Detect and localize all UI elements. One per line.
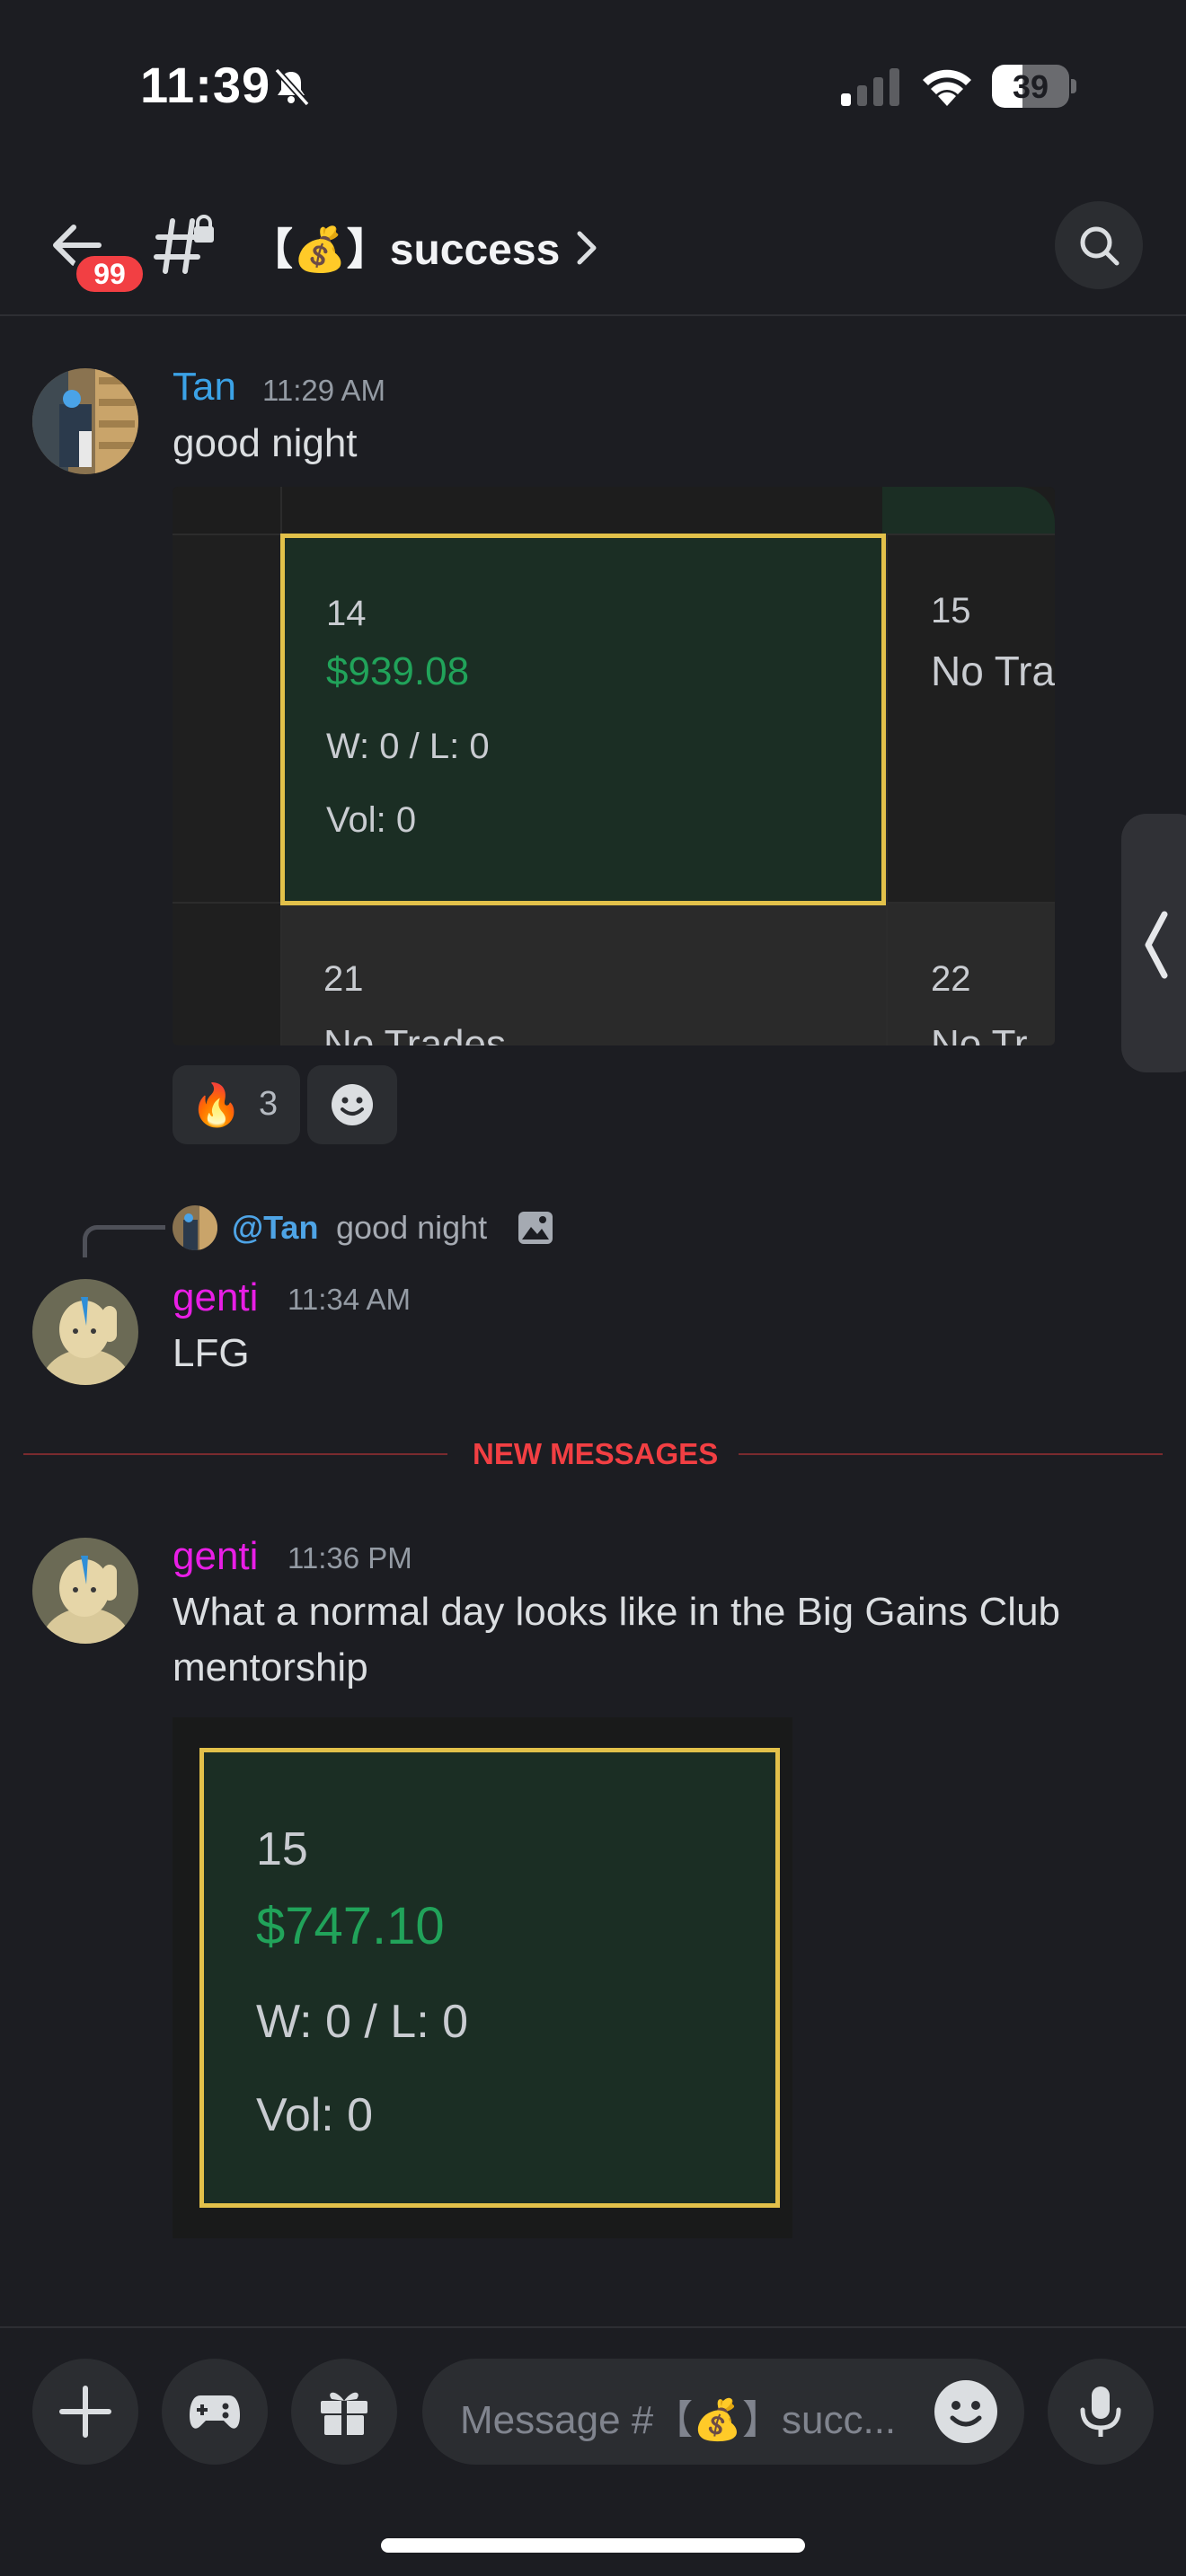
gamepad-icon <box>190 2395 240 2429</box>
reply-preview-text[interactable]: good night <box>336 1209 487 1247</box>
message-text: LFG <box>173 1331 250 1375</box>
win-loss: W: 0 / L: 0 <box>256 1996 469 2048</box>
add-attachment-button[interactable] <box>32 2359 138 2465</box>
reaction-count: 3 <box>259 1085 279 1123</box>
day-number: 15 <box>256 1823 308 1875</box>
text-channel-locked-icon <box>154 215 214 274</box>
gift-button[interactable] <box>291 2359 397 2465</box>
win-loss: W: 0 / L: 0 <box>326 727 490 766</box>
calendar-day-cell: 15 $747.10 W: 0 / L: 0 Vol: 0 <box>199 1748 780 2208</box>
day-pnl: $939.08 <box>326 649 470 693</box>
author-name[interactable]: genti <box>173 1275 258 1320</box>
reply-mention[interactable]: @Tan <box>232 1209 318 1247</box>
image-icon <box>518 1212 553 1244</box>
author-name[interactable]: Tan <box>173 365 236 410</box>
channel-header: 99 【💰】success <box>0 189 1186 316</box>
status-time: 11:39 <box>140 57 271 113</box>
message-input-placeholder: Message #【💰】succ... <box>460 2398 897 2442</box>
activities-button[interactable] <box>162 2359 268 2465</box>
message-input[interactable]: Message #【💰】succ... <box>422 2359 1024 2465</box>
channel-name[interactable]: 【💰】success <box>250 214 560 277</box>
message-timestamp: 11:29 AM <box>262 374 385 407</box>
no-trades-label: No Tra <box>931 648 1055 694</box>
status-bar: 11:39 39 <box>0 0 1186 162</box>
calendar-day-cell: 14 $939.08 W: 0 / L: 0 Vol: 0 <box>280 534 886 905</box>
no-trades-label: No Trades <box>323 1022 506 1045</box>
reaction-fire[interactable]: 🔥 3 <box>173 1065 300 1144</box>
chevron-left-icon <box>1145 911 1168 979</box>
new-messages-divider <box>739 1453 1163 1455</box>
unread-badge: 99 <box>72 251 147 296</box>
day-number: 22 <box>931 959 971 999</box>
day-number: 14 <box>326 594 367 633</box>
search-icon <box>1080 226 1120 266</box>
no-trades-label: No Tr <box>931 1022 1028 1045</box>
image-attachment[interactable]: 15 $747.10 W: 0 / L: 0 Vol: 0 <box>173 1717 792 2238</box>
fire-emoji: 🔥 <box>190 1081 243 1128</box>
cellular-signal-icon <box>841 68 899 106</box>
voice-message-button[interactable] <box>1048 2359 1154 2465</box>
new-messages-divider <box>23 1453 447 1455</box>
microphone-icon <box>1080 2386 1121 2437</box>
battery-level: 39 <box>1012 68 1049 105</box>
battery-icon: 39 <box>992 65 1076 108</box>
reply-avatar <box>173 1205 217 1250</box>
home-indicator <box>381 2538 805 2553</box>
avatar-genti[interactable] <box>32 1538 138 1644</box>
member-list-handle[interactable] <box>1121 814 1186 1072</box>
avatar-genti[interactable] <box>32 1279 138 1385</box>
message-text-line-1: What a normal day looks like in the Big … <box>173 1590 1061 1634</box>
day-number: 15 <box>931 591 971 631</box>
bell-muted-icon <box>274 67 310 106</box>
add-reaction-icon <box>332 1084 373 1125</box>
emoji-picker-icon[interactable] <box>934 2380 997 2443</box>
gift-icon <box>321 2392 367 2435</box>
wifi-icon <box>923 69 971 106</box>
avatar-tan[interactable] <box>32 368 138 474</box>
chevron-right-icon[interactable] <box>575 228 598 268</box>
volume: Vol: 0 <box>256 2089 374 2141</box>
image-attachment[interactable]: 14 $939.08 W: 0 / L: 0 Vol: 0 15 No Tra … <box>173 487 1055 1045</box>
message-text: good night <box>173 421 358 465</box>
message-text-line-2: mentorship <box>173 1645 368 1689</box>
reply-connector <box>83 1225 165 1257</box>
search-button[interactable] <box>1055 201 1143 289</box>
plus-icon <box>59 2386 111 2438</box>
day-number: 21 <box>323 959 364 999</box>
add-reaction-button[interactable] <box>307 1065 397 1144</box>
new-messages-label: NEW MESSAGES <box>473 1437 719 1470</box>
message-timestamp: 11:34 AM <box>288 1283 411 1316</box>
day-pnl: $747.10 <box>256 1897 445 1955</box>
message-timestamp: 11:36 PM <box>288 1541 412 1575</box>
volume: Vol: 0 <box>326 800 417 840</box>
author-name[interactable]: genti <box>173 1534 258 1579</box>
